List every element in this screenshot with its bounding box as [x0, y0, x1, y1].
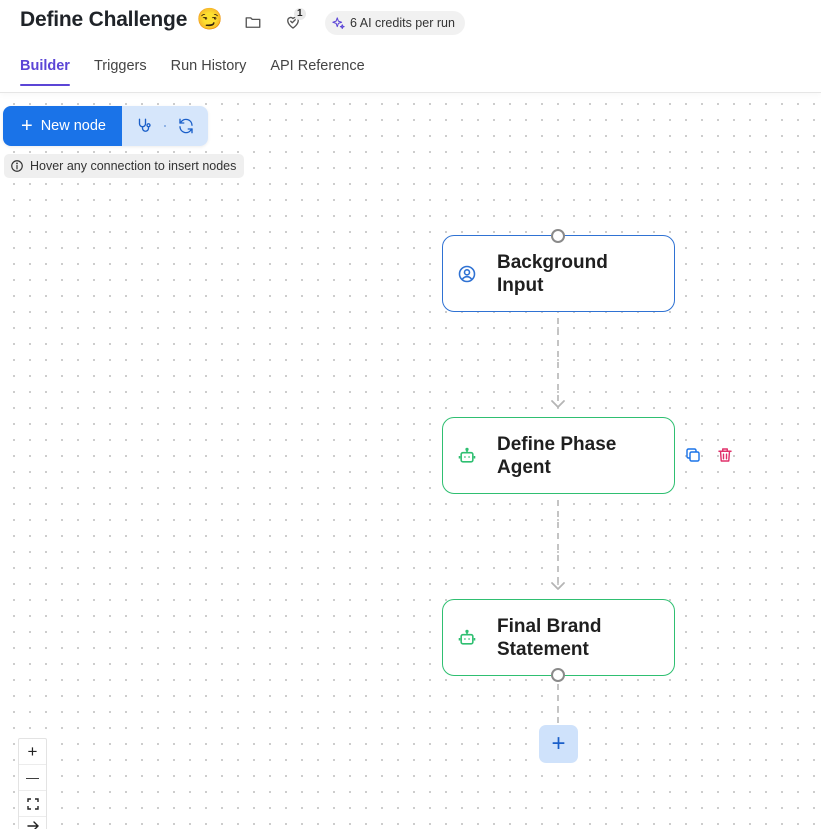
ai-credits-text: 6 AI credits per run [350, 16, 455, 30]
node-actions [684, 446, 734, 464]
insert-hint-text: Hover any connection to insert nodes [30, 159, 237, 173]
toolbar-divider [163, 125, 166, 127]
node-background-input[interactable]: Background Input [442, 235, 675, 312]
workflow-builder-app: Define Challenge 😏 1 6 AI credits per ru… [0, 0, 821, 829]
user-circle-icon [457, 264, 477, 284]
zoom-out-button[interactable]: — [19, 765, 46, 791]
fit-view-button[interactable] [19, 791, 46, 817]
fit-view-icon [26, 797, 39, 810]
node-final-brand-statement[interactable]: Final Brand Statement [442, 599, 675, 676]
arrow-icon [26, 821, 39, 829]
sparkles-icon [332, 16, 345, 29]
zoom-controls: + — [18, 738, 47, 829]
canvas-toolbar: + New node [3, 106, 208, 146]
plus-icon: + [21, 115, 33, 137]
node-output-handle[interactable] [551, 668, 565, 682]
node-label: Final Brand Statement [497, 615, 602, 660]
toolbar-tool-group [121, 106, 208, 146]
notification-count-badge: 1 [294, 8, 306, 20]
tab-api-reference[interactable]: API Reference [270, 58, 364, 86]
insert-hint: Hover any connection to insert nodes [4, 154, 245, 178]
plus-icon: + [551, 730, 566, 757]
tab-bar: Builder Triggers Run History API Referen… [20, 58, 365, 86]
new-node-label: New node [40, 118, 106, 134]
tab-run-history[interactable]: Run History [171, 58, 247, 86]
node-label: Background Input [497, 251, 608, 296]
node-label: Define Phase Agent [497, 433, 617, 478]
new-node-button[interactable]: + New node [3, 106, 122, 146]
zoom-in-button[interactable]: + [19, 739, 46, 765]
title-emoji: 😏 [196, 8, 223, 31]
robot-icon [457, 446, 477, 466]
trash-icon[interactable] [716, 446, 734, 464]
robot-icon [457, 628, 477, 648]
copy-icon[interactable] [684, 446, 702, 464]
add-node-button[interactable]: + [539, 725, 578, 763]
page-header: Define Challenge 😏 1 6 AI credits per ru… [0, 0, 821, 93]
tab-builder[interactable]: Builder [20, 58, 70, 86]
info-icon [11, 160, 23, 172]
tab-triggers[interactable]: Triggers [94, 58, 147, 86]
ai-credits-badge: 6 AI credits per run [325, 11, 465, 35]
refresh-icon[interactable] [172, 112, 200, 140]
node-define-phase-agent[interactable]: Define Phase Agent [442, 417, 675, 494]
folder-icon[interactable] [243, 12, 263, 32]
stethoscope-icon[interactable] [130, 112, 158, 140]
connection-2-arrow [551, 582, 565, 590]
node-input-handle[interactable] [551, 229, 565, 243]
page-title-text: Define Challenge [20, 8, 188, 31]
page-title: Define Challenge 😏 [20, 8, 223, 32]
lock-view-button[interactable] [19, 817, 46, 829]
connection-1-arrow [551, 400, 565, 408]
